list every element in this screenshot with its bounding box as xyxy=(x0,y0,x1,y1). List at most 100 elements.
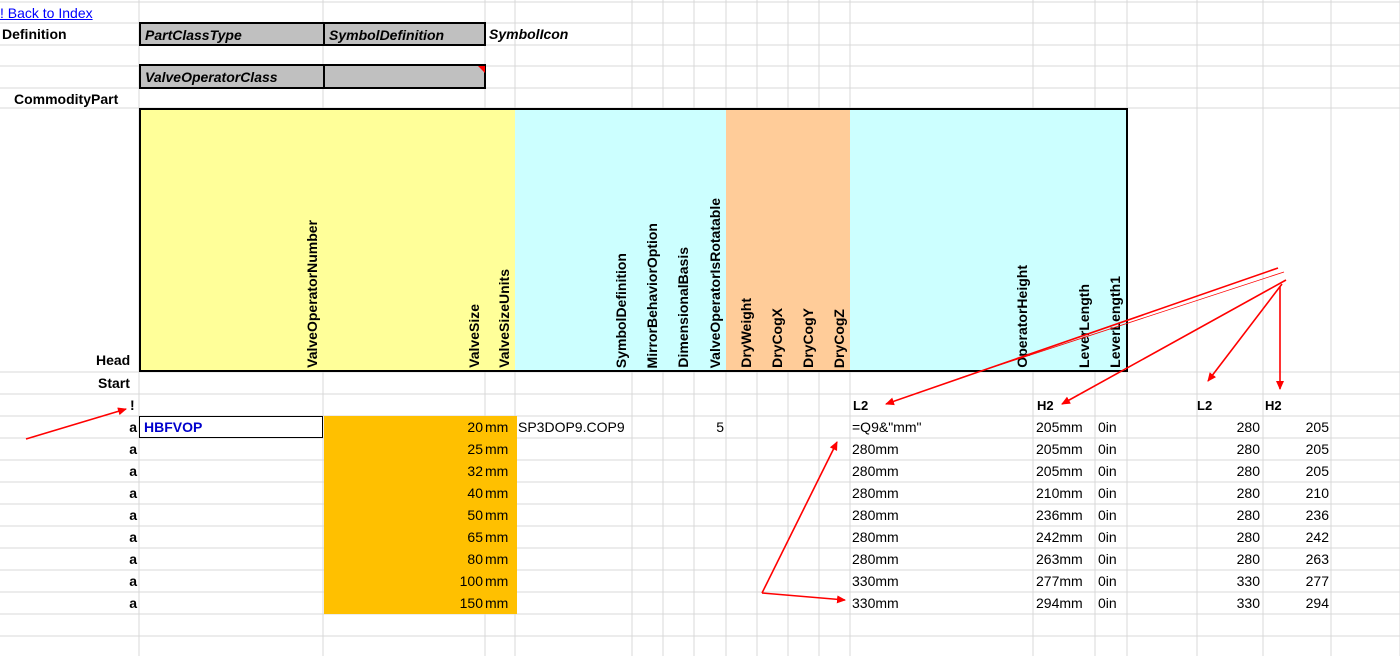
valve-size[interactable]: 150 xyxy=(323,592,483,614)
col-header-valvesizeunits[interactable]: ValveSizeUnits xyxy=(485,108,517,372)
symbol-definition[interactable] xyxy=(518,504,632,526)
lever-length1[interactable]: 0in xyxy=(1098,548,1128,570)
col-header-valvesize[interactable]: ValveSize xyxy=(323,108,487,372)
operator-height[interactable]: 280mm xyxy=(852,504,1032,526)
col-header-valveoperatorisrotatable[interactable]: ValveOperatorIsRotatable xyxy=(694,108,728,372)
col-header-dimensionalbasis[interactable]: DimensionalBasis xyxy=(663,108,696,372)
lever-length1[interactable]: 0in xyxy=(1098,460,1128,482)
row-flag[interactable]: a xyxy=(0,592,137,614)
h2-value[interactable]: 205 xyxy=(1263,416,1329,438)
valve-operator-rotatable[interactable] xyxy=(694,438,724,460)
valve-operator-number[interactable] xyxy=(139,526,323,548)
symbol-definition[interactable] xyxy=(518,548,632,570)
lever-length1[interactable]: 0in xyxy=(1098,416,1128,438)
lever-length[interactable]: 236mm xyxy=(1036,504,1094,526)
l2-value[interactable]: 330 xyxy=(1197,570,1260,592)
valve-size-units[interactable]: mm xyxy=(485,548,511,570)
lever-length1[interactable]: 0in xyxy=(1098,482,1128,504)
bang-h2-extra[interactable]: H2 xyxy=(1265,395,1282,417)
symbol-definition[interactable] xyxy=(518,482,632,504)
valve-operator-rotatable[interactable] xyxy=(694,548,724,570)
valve-operator-number[interactable] xyxy=(139,570,323,592)
l2-value[interactable]: 330 xyxy=(1197,592,1260,614)
h2-value[interactable]: 277 xyxy=(1263,570,1329,592)
lever-length[interactable]: 242mm xyxy=(1036,526,1094,548)
col-header-operatorheight[interactable]: OperatorHeight xyxy=(850,108,1035,372)
operator-height[interactable]: =Q9&"mm" xyxy=(852,416,1032,438)
h2-value[interactable]: 263 xyxy=(1263,548,1329,570)
valve-size-units[interactable]: mm xyxy=(485,570,511,592)
col-header-drycogx[interactable]: DryCogX xyxy=(757,108,790,372)
h2-value[interactable]: 205 xyxy=(1263,438,1329,460)
symbol-definition[interactable] xyxy=(518,438,632,460)
valve-size[interactable]: 100 xyxy=(323,570,483,592)
h2-value[interactable]: 294 xyxy=(1263,592,1329,614)
valve-size[interactable]: 80 xyxy=(323,548,483,570)
operator-height[interactable]: 280mm xyxy=(852,460,1032,482)
symbol-definition[interactable] xyxy=(518,526,632,548)
col-header-leverlength1[interactable]: LeverLength1 xyxy=(1095,108,1128,372)
valve-size-units[interactable]: mm xyxy=(485,438,511,460)
valve-operator-rotatable[interactable] xyxy=(694,570,724,592)
back-to-index-link[interactable]: ! Back to Index xyxy=(0,2,93,24)
lever-length1[interactable]: 0in xyxy=(1098,570,1128,592)
header-partclasstype[interactable]: PartClassType xyxy=(139,22,325,46)
l2-value[interactable]: 280 xyxy=(1197,526,1260,548)
bang-l2-extra[interactable]: L2 xyxy=(1197,395,1212,417)
col-header-dryweight[interactable]: DryWeight xyxy=(726,108,759,372)
valve-size[interactable]: 20 xyxy=(323,416,483,438)
valve-operator-number[interactable] xyxy=(139,504,323,526)
col-header-drycogz[interactable]: DryCogZ xyxy=(819,108,852,372)
lever-length1[interactable]: 0in xyxy=(1098,504,1128,526)
h2-value[interactable]: 210 xyxy=(1263,482,1329,504)
lever-length[interactable]: 205mm xyxy=(1036,438,1094,460)
lever-length1[interactable]: 0in xyxy=(1098,438,1128,460)
lever-length[interactable]: 263mm xyxy=(1036,548,1094,570)
lever-length[interactable]: 205mm xyxy=(1036,416,1094,438)
l2-value[interactable]: 280 xyxy=(1197,438,1260,460)
l2-value[interactable]: 280 xyxy=(1197,460,1260,482)
valve-operator-number[interactable] xyxy=(139,548,323,570)
l2-value[interactable]: 280 xyxy=(1197,482,1260,504)
lever-length[interactable]: 294mm xyxy=(1036,592,1094,614)
col-header-mirrorbehavioroption[interactable]: MirrorBehaviorOption xyxy=(632,108,665,372)
valve-operator-number[interactable] xyxy=(139,592,323,614)
valve-size-units[interactable]: mm xyxy=(485,592,511,614)
col-header-leverlength[interactable]: LeverLength xyxy=(1033,108,1097,372)
operator-height[interactable]: 330mm xyxy=(852,592,1032,614)
valve-operator-number[interactable] xyxy=(139,438,323,460)
valve-operator-rotatable[interactable] xyxy=(694,592,724,614)
valve-size[interactable]: 65 xyxy=(323,526,483,548)
l2-value[interactable]: 280 xyxy=(1197,416,1260,438)
valve-size[interactable]: 32 xyxy=(323,460,483,482)
row-flag[interactable]: a xyxy=(0,526,137,548)
valve-operator-number[interactable] xyxy=(139,460,323,482)
valve-size[interactable]: 25 xyxy=(323,438,483,460)
valve-operator-rotatable[interactable]: 5 xyxy=(694,416,724,438)
valve-operator-rotatable[interactable] xyxy=(694,482,724,504)
col-header-symboldefinition[interactable]: SymbolDefinition xyxy=(515,108,634,372)
valve-size-units[interactable]: mm xyxy=(485,504,511,526)
valve-size[interactable]: 40 xyxy=(323,482,483,504)
h2-value[interactable]: 236 xyxy=(1263,504,1329,526)
h2-value[interactable]: 205 xyxy=(1263,460,1329,482)
valve-size-units[interactable]: mm xyxy=(485,526,511,548)
header-symboldefinition[interactable]: SymbolDefinition xyxy=(323,22,486,46)
row-flag[interactable]: a xyxy=(0,460,137,482)
row-flag[interactable]: a xyxy=(0,548,137,570)
h2-value[interactable]: 242 xyxy=(1263,526,1329,548)
lever-length[interactable]: 205mm xyxy=(1036,460,1094,482)
row-flag[interactable]: a xyxy=(0,416,137,438)
operator-height[interactable]: 280mm xyxy=(852,548,1032,570)
symbol-definition[interactable] xyxy=(518,570,632,592)
bang-l2[interactable]: L2 xyxy=(853,395,868,417)
l2-value[interactable]: 280 xyxy=(1197,548,1260,570)
row-flag[interactable]: a xyxy=(0,482,137,504)
bang-h2[interactable]: H2 xyxy=(1037,395,1054,417)
valve-operator-number[interactable]: HBFVOP xyxy=(139,416,323,438)
valve-operator-rotatable[interactable] xyxy=(694,526,724,548)
symboldefinition-value[interactable] xyxy=(323,64,486,89)
symbol-definition[interactable] xyxy=(518,460,632,482)
lever-length1[interactable]: 0in xyxy=(1098,592,1128,614)
l2-value[interactable]: 280 xyxy=(1197,504,1260,526)
